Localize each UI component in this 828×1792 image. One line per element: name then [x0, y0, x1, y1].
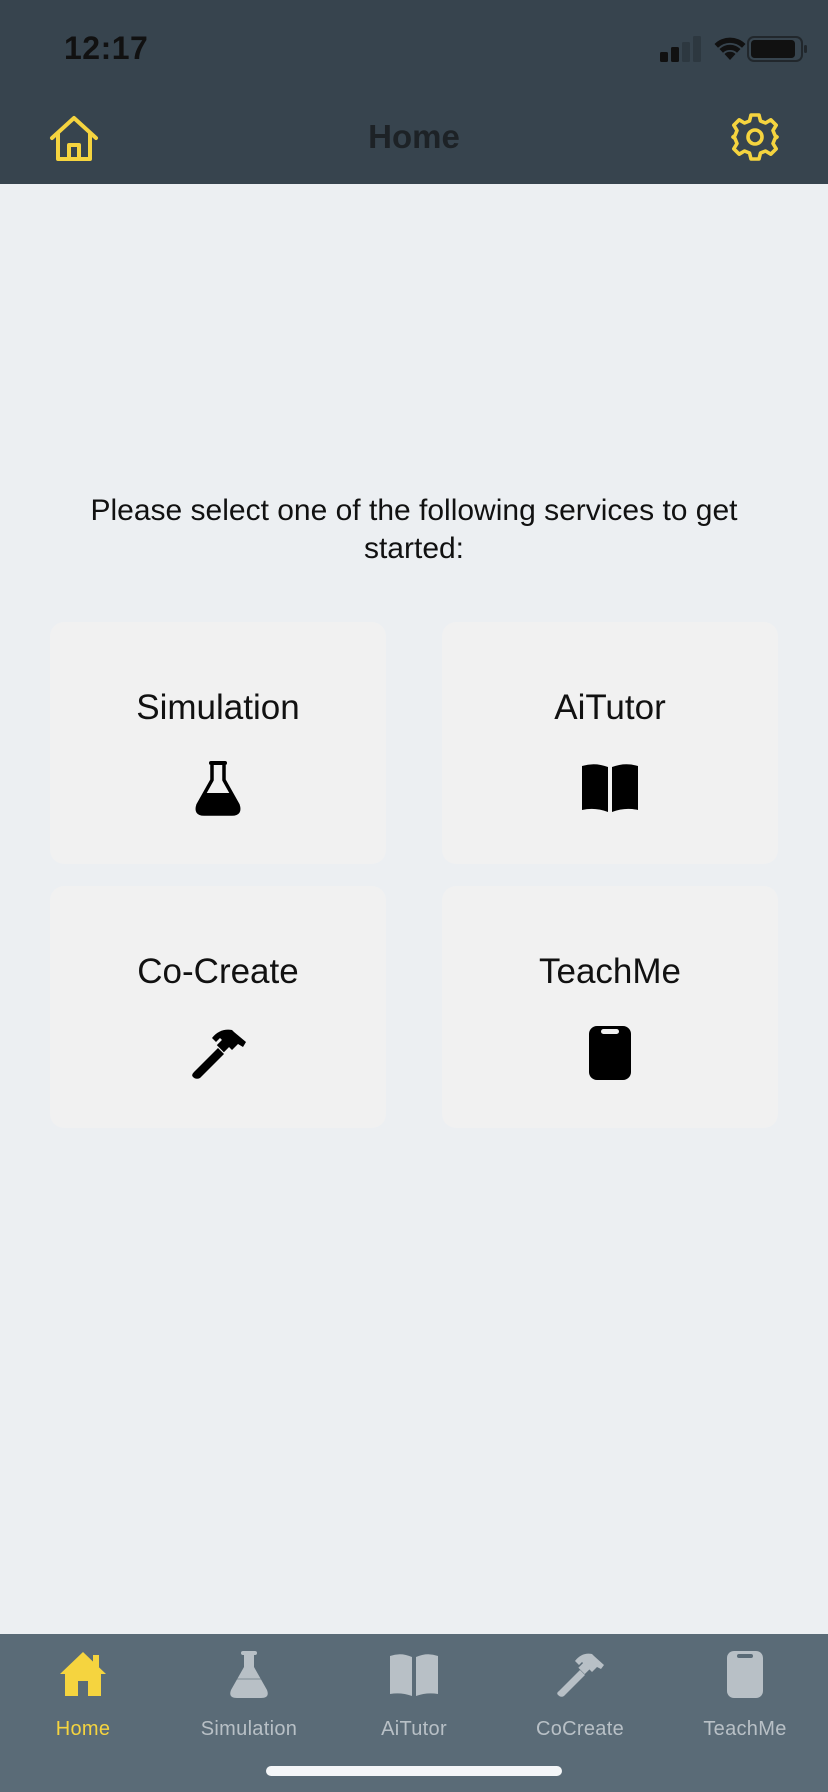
service-card-simulation[interactable]: Simulation	[50, 622, 386, 864]
status-bar: 12:17	[0, 0, 828, 90]
book-icon	[580, 758, 640, 818]
service-card-co-create[interactable]: Co-Create	[50, 886, 386, 1128]
tab-label: TeachMe	[703, 1718, 787, 1740]
card-label: AiTutor	[554, 688, 666, 727]
navigation-bar: Home	[0, 90, 828, 184]
flask-icon	[188, 758, 248, 818]
tab-label: AiTutor	[381, 1718, 447, 1740]
hammer-icon	[554, 1648, 606, 1700]
hammer-icon	[188, 1022, 248, 1082]
status-time: 12:17	[64, 30, 149, 66]
tab-home[interactable]: Home	[0, 1634, 166, 1744]
tab-teachme[interactable]: TeachMe	[662, 1634, 828, 1744]
card-label: Simulation	[136, 688, 300, 727]
tab-aitutor[interactable]: AiTutor	[331, 1634, 497, 1744]
wifi-icon	[714, 37, 746, 60]
page-title: Home	[368, 118, 460, 155]
tab-label: Simulation	[200, 1718, 298, 1740]
card-label: Co-Create	[137, 952, 299, 991]
tab-label: Home	[55, 1718, 111, 1740]
card-label: TeachMe	[538, 952, 682, 991]
tab-label: CoCreate	[536, 1718, 624, 1740]
tab-simulation[interactable]: Simulation	[166, 1634, 332, 1744]
home-indicator	[266, 1766, 562, 1776]
signal-icon	[660, 36, 701, 62]
service-card-teachme[interactable]: TeachMe	[442, 886, 778, 1128]
home-icon	[57, 1648, 109, 1700]
tab-cocreate[interactable]: CoCreate	[497, 1634, 663, 1744]
book-icon	[388, 1648, 440, 1700]
service-card-aitutor[interactable]: AiTutor	[442, 622, 778, 864]
settings-button[interactable]	[730, 112, 780, 162]
battery-icon	[747, 36, 807, 62]
services-prompt: Please select one of the following servi…	[90, 494, 738, 565]
gear-icon	[731, 113, 779, 161]
clipboard-icon	[580, 1022, 640, 1082]
flask-icon	[223, 1648, 275, 1700]
clipboard-icon	[719, 1648, 771, 1700]
